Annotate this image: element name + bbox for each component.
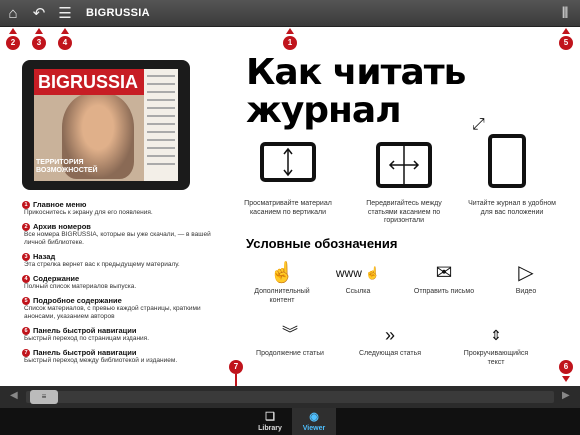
callout-badge-3: 3	[32, 36, 46, 50]
convention-additional-content: ☝ Дополнительный контент	[242, 260, 322, 305]
tap-icon: ☝	[269, 262, 295, 284]
legend-item-5: 5 Подробное содержание Список материалов,…	[22, 296, 201, 320]
callout-badge-2: 2	[6, 36, 20, 50]
callout-badge-4: 4	[58, 36, 72, 50]
home-icon[interactable]: ⌂	[4, 5, 22, 23]
legend-item-2: 2 Архив номеров Все номера BIGRUSSIA, кот…	[22, 222, 211, 246]
app-title: BIGRUSSIA	[86, 7, 150, 19]
instruction-vertical: Просматривайте материал касанием по верт…	[244, 200, 332, 216]
scroll-updown-icon: ⇕	[490, 327, 502, 343]
legend-item-4: 4 Содержание Полный список материалов вып…	[22, 274, 137, 290]
instruction-orientation: Читайте журнал в удобном для вас положен…	[468, 200, 556, 216]
quick-navigation-bar[interactable]: ◀ ≡ ▶	[0, 386, 580, 408]
rotate-device-illustration	[488, 134, 526, 188]
nav-rail[interactable]	[26, 391, 554, 403]
legend-item-1: 1 Главное меню Прикоснитесь к экрану для …	[22, 200, 153, 216]
convention-video: ▷ Видео	[486, 260, 566, 297]
back-arrow-icon[interactable]: ↶	[30, 5, 48, 23]
nav-thumb[interactable]: ≡	[30, 390, 58, 404]
library-icon: ❏	[265, 411, 275, 423]
callout-badge-1: 1	[283, 36, 297, 50]
instruction-horizontal: Передвигайтесь между статьями касанием п…	[366, 200, 442, 224]
rotate-arrow-icon: ⤢	[472, 116, 485, 133]
mail-icon: ✉	[435, 262, 453, 284]
legend-item-3: 3 Назад Эта стрелка вернет вас к предыдущ…	[22, 252, 180, 268]
callout-arrow	[286, 28, 294, 34]
callout-arrow	[562, 376, 570, 382]
legend-item-7: 7 Панель быстрой навигации Быстрый перехо…	[22, 348, 178, 364]
conventions-title: Условные обозначения	[246, 236, 398, 251]
tab-library[interactable]: ❏ Library	[248, 408, 292, 435]
cover-sidebar	[144, 69, 178, 181]
nav-left-icon[interactable]: ◀	[10, 390, 18, 401]
callout-arrow	[61, 28, 69, 34]
nav-right-icon[interactable]: ▶	[562, 390, 570, 401]
convention-link: www ☝ Ссылка	[318, 260, 398, 297]
ipad-cover-image: BIGRUSSIA ТЕРРИТОРИЯ ВОЗМОЖНОСТЕЙ	[22, 60, 190, 190]
cover-screen: BIGRUSSIA ТЕРРИТОРИЯ ВОЗМОЖНОСТЕЙ	[34, 69, 178, 181]
eye-icon: ◉	[309, 411, 319, 423]
chevron-down-double-icon: ︾	[281, 326, 298, 343]
callout-arrow	[35, 28, 43, 34]
cover-masthead: BIGRUSSIA	[34, 69, 144, 95]
play-icon: ▷	[518, 262, 534, 284]
callout-arrow	[562, 28, 570, 34]
tab-bar: ❏ Library ◉ Viewer	[0, 408, 580, 435]
convention-send-mail: ✉ Отправить письмо	[404, 260, 484, 297]
vertical-scroll-illustration	[260, 142, 316, 182]
callout-badge-6: 6	[559, 360, 573, 374]
chevron-right-double-icon: »	[384, 325, 395, 345]
legend-item-6: 6 Панель быстрой навигации Быстрый перехо…	[22, 326, 150, 342]
page-title: Как читать журнал	[246, 52, 466, 131]
library-icon[interactable]: ⦀	[556, 5, 574, 23]
convention-continue: ︾ Продолжение статьи	[250, 322, 330, 359]
tab-viewer[interactable]: ◉ Viewer	[292, 408, 336, 435]
callout-arrow	[9, 28, 17, 34]
callout-badge-7: 7	[229, 360, 243, 374]
convention-next-article: » Следующая статья	[350, 322, 430, 359]
horizontal-swipe-illustration	[376, 142, 432, 188]
top-toolbar: ⌂ ↶ ☰ BIGRUSSIA ⦀	[0, 0, 580, 27]
cover-headline: ТЕРРИТОРИЯ ВОЗМОЖНОСТЕЙ	[36, 159, 98, 174]
convention-scrolling-text: ⇕ Прокручивающийся текст	[456, 322, 536, 367]
callout-badge-5: 5	[559, 36, 573, 50]
link-www-icon: www ☝	[335, 266, 381, 280]
list-icon[interactable]: ☰	[56, 5, 74, 23]
